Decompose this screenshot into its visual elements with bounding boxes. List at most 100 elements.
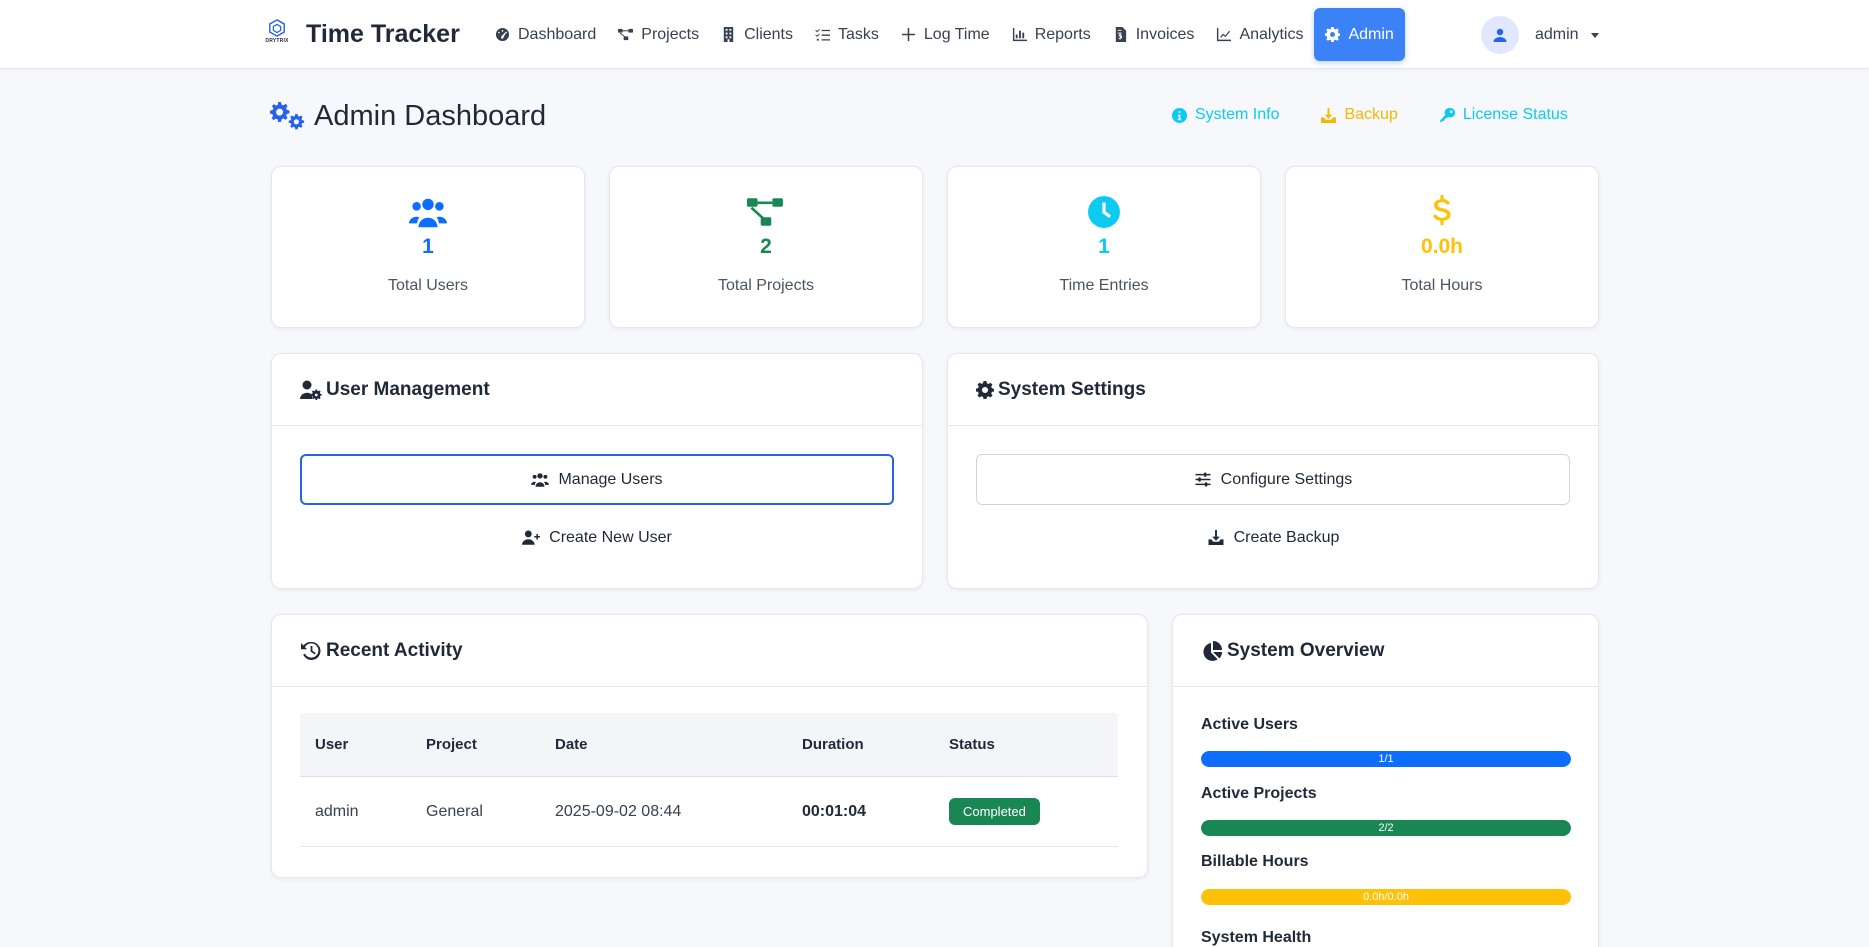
stat-card-users: 1 Total Users	[271, 166, 585, 328]
logo-text: DRYTRIX	[265, 38, 289, 44]
progress-fill: 2/2	[1201, 820, 1571, 836]
system-info-label: System Info	[1195, 106, 1280, 123]
chart-line-icon	[1217, 27, 1232, 42]
stat-value: 2	[760, 235, 772, 258]
page-title-text: Admin Dashboard	[314, 100, 547, 132]
stat-icon-wrap	[272, 195, 584, 229]
dashboard-icon	[495, 27, 510, 42]
gear-icon	[1325, 27, 1341, 42]
info-circle-icon	[1172, 107, 1187, 123]
nav-reports-label: Reports	[1034, 25, 1091, 43]
user-gear-icon	[300, 380, 322, 400]
panel-header: System Overview	[1173, 615, 1598, 687]
progress-fill: 1/1	[1201, 751, 1571, 767]
header-links: System Info Backup License Status	[1172, 106, 1568, 124]
cell-status: Completed	[934, 798, 1118, 825]
table-row[interactable]: admin General 2025-09-02 08:44 00:01:04 …	[300, 777, 1118, 847]
download-icon	[1208, 530, 1224, 545]
progress-bar-billable-hours: 0.0h/0.0h	[1201, 889, 1571, 905]
users-icon	[531, 473, 550, 487]
nav-analytics-label: Analytics	[1239, 25, 1304, 43]
main-nav: Dashboard Projects Clients Tasks Log Tim…	[484, 8, 1405, 61]
create-backup-button[interactable]: Create Backup	[976, 512, 1570, 563]
column-header[interactable]: User	[300, 736, 411, 753]
nav-dashboard-label: Dashboard	[518, 25, 597, 43]
panel-title: System Settings	[998, 378, 1146, 400]
key-icon	[1439, 107, 1455, 122]
progress-bar-active-users: 1/1	[1201, 751, 1571, 767]
page-title: Admin Dashboard	[270, 100, 546, 133]
configure-settings-button[interactable]: Configure Settings	[976, 454, 1570, 505]
column-header[interactable]: Duration	[787, 736, 934, 753]
stat-value: 1	[1098, 235, 1110, 258]
panel-header: System Settings	[948, 354, 1598, 426]
project-diagram-icon	[618, 28, 634, 41]
nav-admin-label: Admin	[1348, 25, 1394, 43]
nav-clients-label: Clients	[744, 25, 793, 43]
plus-icon	[901, 27, 915, 42]
column-header[interactable]: Date	[540, 736, 787, 753]
panel-title: User Management	[326, 378, 490, 400]
configure-settings-label: Configure Settings	[1220, 470, 1353, 488]
stat-value: 0.0h	[1420, 235, 1464, 258]
backup-link[interactable]: Backup	[1321, 106, 1398, 124]
stat-label: Time Entries	[1059, 277, 1149, 294]
top-navbar: DRYTRIX Time Tracker Dashboard Projects …	[0, 0, 1869, 69]
nav-analytics[interactable]: Analytics	[1205, 8, 1314, 61]
progress-text: 1/1	[1378, 753, 1394, 765]
cell-duration: 00:01:04	[802, 802, 867, 820]
nav-reports[interactable]: Reports	[1001, 8, 1102, 61]
nav-invoices[interactable]: Invoices	[1102, 8, 1206, 61]
nav-clients[interactable]: Clients	[710, 8, 804, 61]
column-header[interactable]: Status	[934, 736, 1118, 753]
license-status-link[interactable]: License Status	[1439, 106, 1568, 124]
building-icon	[723, 27, 734, 42]
progress-bar-active-projects: 2/2	[1201, 820, 1571, 836]
chevron-down-icon[interactable]	[1590, 32, 1599, 38]
tasks-icon	[815, 28, 830, 41]
system-info-link[interactable]: System Info	[1172, 106, 1279, 124]
nav-invoices-label: Invoices	[1135, 25, 1195, 43]
stat-value: 1	[422, 235, 434, 258]
user-icon	[1493, 28, 1507, 42]
brand[interactable]: DRYTRIX Time Tracker	[262, 19, 460, 49]
dollar-icon	[1433, 195, 1451, 225]
stat-label: Total Users	[387, 277, 469, 294]
history-icon	[301, 641, 321, 660]
nav-admin[interactable]: Admin	[1314, 8, 1405, 61]
avatar[interactable]	[1481, 16, 1519, 54]
overview-label-billable-hours: Billable Hours	[1201, 853, 1309, 870]
stat-icon-wrap	[948, 195, 1260, 229]
status-badge: Completed	[949, 798, 1040, 825]
user-name[interactable]: admin	[1535, 26, 1579, 44]
nav-log-time[interactable]: Log Time	[890, 8, 1001, 61]
table-header: User Project Date Duration Status	[300, 713, 1118, 777]
nav-tasks-label: Tasks	[837, 25, 879, 43]
overview-label-system-health: System Health	[1201, 929, 1312, 946]
nav-projects[interactable]: Projects	[607, 8, 710, 61]
nav-tasks[interactable]: Tasks	[804, 8, 890, 61]
manage-users-button[interactable]: Manage Users	[300, 454, 894, 505]
cell-user: admin	[315, 802, 359, 820]
brand-logo: DRYTRIX	[262, 19, 292, 49]
activity-table: User Project Date Duration Status admin …	[300, 713, 1118, 847]
stat-icon-wrap	[1286, 195, 1598, 229]
nav-projects-label: Projects	[641, 25, 700, 43]
panel-header: User Management	[272, 354, 922, 426]
create-user-label: Create New User	[549, 528, 672, 546]
create-backup-label: Create Backup	[1233, 528, 1340, 546]
panel-title: System Overview	[1227, 639, 1385, 661]
create-user-button[interactable]: Create New User	[300, 512, 894, 563]
stat-label: Total Hours	[1401, 277, 1483, 294]
stat-card-total-hours: 0.0h Total Hours	[1285, 166, 1599, 328]
system-overview-panel: System Overview Active Users 1/1 Active …	[1172, 614, 1599, 947]
stat-card-projects: 2 Total Projects	[609, 166, 923, 328]
user-menu[interactable]: admin	[1481, 16, 1599, 54]
gear-icon	[976, 380, 994, 399]
nav-dashboard[interactable]: Dashboard	[484, 8, 607, 61]
users-icon	[409, 198, 447, 228]
overview-label-active-users: Active Users	[1201, 716, 1298, 733]
cell-date: 2025-09-02 08:44	[555, 802, 682, 820]
invoice-icon	[1115, 27, 1126, 42]
column-header[interactable]: Project	[411, 736, 540, 753]
